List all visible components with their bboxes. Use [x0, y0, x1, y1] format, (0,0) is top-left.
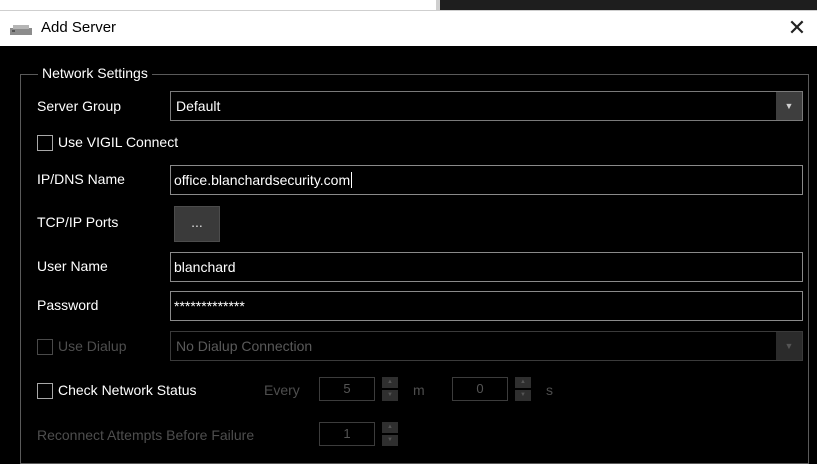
dialog-title: Add Server	[41, 19, 117, 36]
close-icon: ✕	[787, 15, 807, 40]
reconnect-value: 1	[343, 426, 351, 441]
server-icon	[10, 25, 32, 35]
dialup-connection-select: No Dialup Connection ▼	[170, 331, 803, 361]
use-vigil-connect-checkbox[interactable]	[37, 135, 53, 151]
minutes-spinbox: 5	[319, 377, 375, 401]
network-settings-legend: Network Settings	[38, 65, 152, 81]
chevron-down-icon: ▼	[776, 332, 802, 360]
reconnect-spin-buttons: ▲ ▼	[382, 422, 398, 446]
seconds-spin-buttons: ▲ ▼	[515, 377, 531, 401]
dialog-body: Network Settings Server Group Default ▼ …	[0, 46, 817, 464]
seconds-unit: s	[546, 382, 553, 398]
password-value: *************	[174, 298, 245, 314]
dialog-titlebar[interactable]: Add Server ✕	[0, 10, 817, 46]
check-network-checkbox[interactable]	[37, 383, 53, 399]
dialup-connection-value: No Dialup Connection	[176, 338, 313, 354]
seconds-value: 0	[476, 381, 484, 396]
tcp-ports-label: TCP/IP Ports	[37, 214, 119, 230]
server-group-label: Server Group	[37, 98, 122, 114]
use-dialup-label: Use Dialup	[58, 338, 127, 354]
close-button[interactable]: ✕	[777, 11, 817, 46]
use-dialup-checkbox	[37, 339, 53, 355]
parent-window-edge	[0, 0, 817, 10]
password-label: Password	[37, 297, 99, 313]
minutes-unit: m	[413, 382, 425, 398]
tcp-ports-button[interactable]: ...	[174, 206, 220, 242]
check-network-label[interactable]: Check Network Status	[58, 382, 197, 398]
user-name-input[interactable]: blanchard	[170, 252, 803, 282]
arrow-down-icon: ▼	[515, 390, 531, 401]
reconnect-spinbox: 1	[319, 422, 375, 446]
chevron-down-icon[interactable]: ▼	[776, 92, 802, 120]
minutes-value: 5	[343, 381, 351, 396]
arrow-down-icon: ▼	[382, 390, 398, 401]
use-vigil-connect-label[interactable]: Use VIGIL Connect	[58, 134, 178, 150]
ip-dns-input[interactable]: office.blanchardsecurity.com	[170, 165, 803, 195]
tcp-ports-button-label: ...	[191, 214, 203, 230]
minutes-spin-buttons: ▲ ▼	[382, 377, 398, 401]
reconnect-label: Reconnect Attempts Before Failure	[37, 427, 255, 443]
arrow-down-icon: ▼	[382, 435, 398, 446]
every-label: Every	[264, 382, 300, 398]
user-name-value: blanchard	[174, 259, 236, 275]
ip-dns-label: IP/DNS Name	[37, 171, 125, 187]
user-name-label: User Name	[37, 258, 108, 274]
text-caret	[351, 172, 353, 188]
ip-dns-value: office.blanchardsecurity.com	[174, 172, 351, 188]
server-group-select[interactable]: Default ▼	[170, 91, 803, 121]
password-input[interactable]: *************	[170, 291, 803, 321]
arrow-up-icon: ▲	[382, 422, 398, 433]
arrow-up-icon: ▲	[515, 377, 531, 388]
seconds-spinbox: 0	[452, 377, 508, 401]
arrow-up-icon: ▲	[382, 377, 398, 388]
server-group-value: Default	[176, 98, 221, 114]
